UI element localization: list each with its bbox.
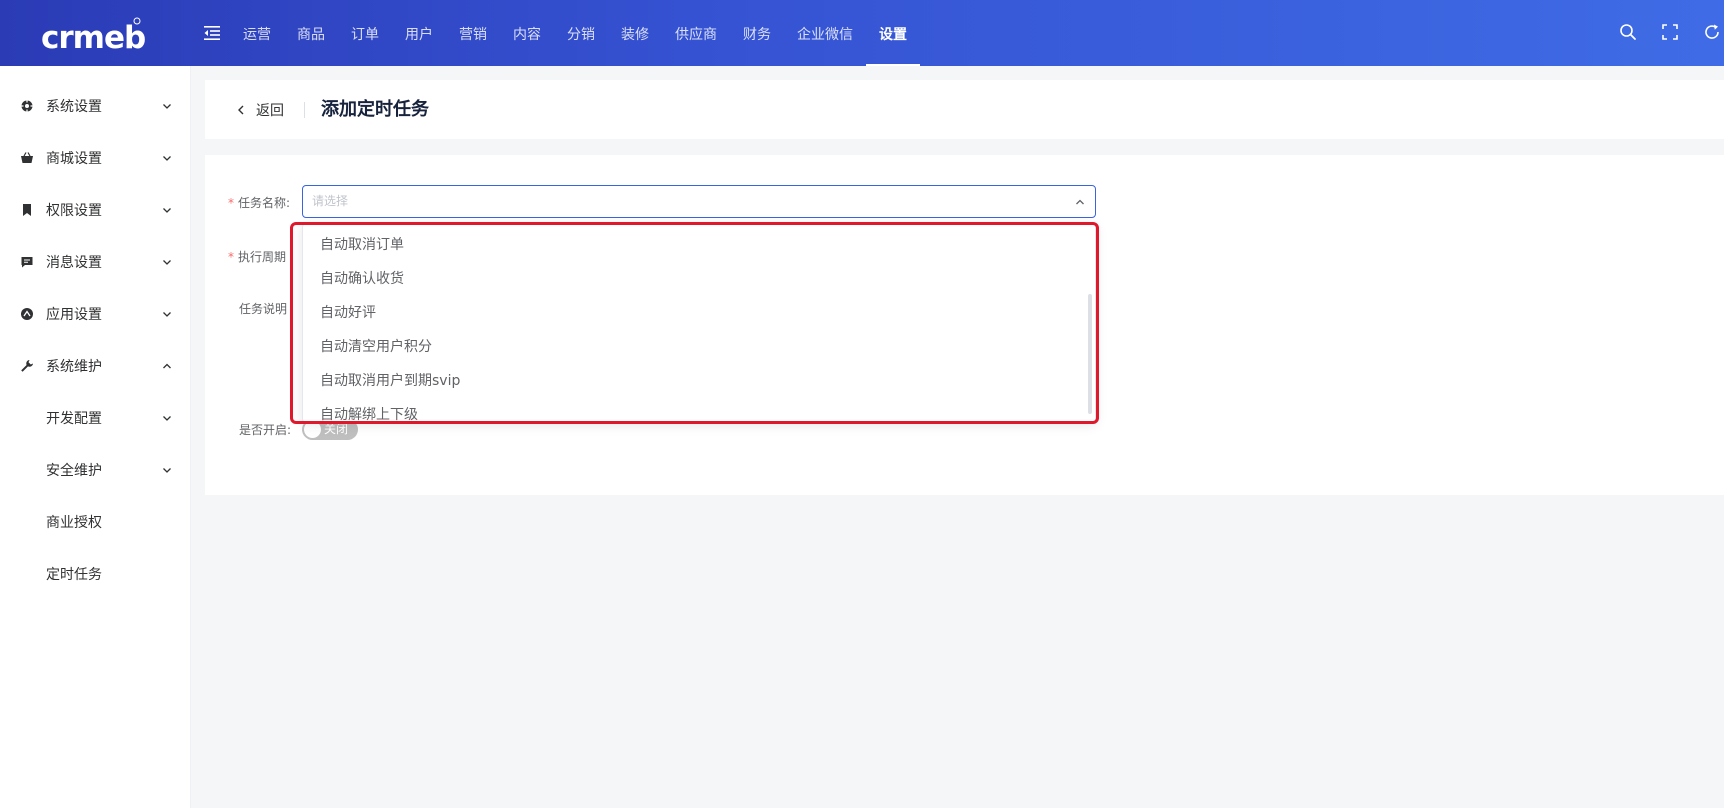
- app-icon: [21, 308, 33, 320]
- task-name-label: * 任务名称:: [228, 196, 291, 210]
- required-mark: *: [228, 250, 234, 264]
- cycle-label: * 执行周期: [228, 250, 287, 264]
- menu-collapse-icon[interactable]: [203, 24, 221, 42]
- nav-decoration[interactable]: 装修: [608, 0, 662, 66]
- sidebar-item-label: 系统设置: [46, 99, 102, 115]
- nav-products[interactable]: 商品: [284, 0, 338, 66]
- task-name-dropdown: 自动取消订单 自动确认收货 自动好评 自动清空用户积分 自动取消用户到期svip…: [302, 223, 1096, 423]
- desc-label: 任务说明: [239, 302, 288, 316]
- back-button[interactable]: 返回: [235, 80, 284, 139]
- chevron-down-icon: [163, 312, 171, 317]
- header-divider: [304, 102, 305, 118]
- nav-users[interactable]: 用户: [392, 0, 446, 66]
- nav-marketing[interactable]: 营销: [446, 0, 500, 66]
- sidebar-item-permission-settings[interactable]: 权限设置: [0, 184, 191, 236]
- sidebar-item-message-settings[interactable]: 消息设置: [0, 236, 191, 288]
- chevron-left-icon: [238, 105, 244, 114]
- chevron-down-icon: [163, 208, 171, 213]
- required-mark: *: [228, 196, 234, 210]
- chevron-down-icon: [163, 468, 171, 473]
- search-icon[interactable]: [1618, 22, 1638, 42]
- chevron-down-icon: [163, 156, 171, 161]
- message-icon: [21, 257, 33, 268]
- select-placeholder: 请选择: [312, 194, 349, 208]
- top-header: crmeb 运营 商品 订单 用户 营销 内容 分销 装修 供应商 财务 企业微…: [0, 0, 1724, 66]
- nav-content[interactable]: 内容: [500, 0, 554, 66]
- chevron-up-icon: [1076, 199, 1084, 205]
- back-label: 返回: [256, 102, 284, 119]
- nav-distribution[interactable]: 分销: [554, 0, 608, 66]
- sidebar-item-label: 商城设置: [46, 151, 102, 167]
- dropdown-option[interactable]: 自动取消订单: [320, 228, 404, 262]
- sidebar-subitem-license[interactable]: 商业授权: [0, 496, 191, 548]
- switch-knob: [304, 421, 321, 438]
- nav-wecom[interactable]: 企业微信: [784, 0, 866, 66]
- chevron-down-icon: [163, 104, 171, 109]
- chevron-down-icon: [163, 260, 171, 265]
- nav-orders[interactable]: 订单: [338, 0, 392, 66]
- page-title: 添加定时任务: [321, 99, 429, 120]
- sidebar-item-app-settings[interactable]: 应用设置: [0, 288, 191, 340]
- gear-icon: [21, 100, 33, 112]
- sidebar-item-label: 安全维护: [46, 463, 102, 479]
- svg-text:crmeb: crmeb: [41, 20, 145, 54]
- sidebar-item-system-settings[interactable]: 系统设置: [0, 80, 191, 132]
- sidebar-item-label: 权限设置: [46, 203, 102, 219]
- page-header: 返回 添加定时任务: [205, 80, 1724, 139]
- dropdown-option[interactable]: 自动取消用户到期svip: [320, 364, 460, 398]
- top-nav: 运营 商品 订单 用户 营销 内容 分销 装修 供应商 财务 企业微信 设置: [230, 0, 920, 66]
- sidebar-item-label: 商业授权: [46, 515, 102, 531]
- enabled-label: 是否开启:: [239, 423, 292, 437]
- fullscreen-icon[interactable]: [1660, 22, 1680, 42]
- dropdown-option[interactable]: 自动确认收货: [320, 262, 404, 296]
- crmeb-logo[interactable]: crmeb: [39, 14, 149, 54]
- sidebar-item-label: 开发配置: [46, 411, 102, 427]
- bookmark-icon: [23, 204, 31, 216]
- sidebar-subitem-security[interactable]: 安全维护: [0, 444, 191, 496]
- header-tools: [1618, 22, 1724, 42]
- sidebar-subitem-scheduled-tasks[interactable]: 定时任务: [0, 548, 191, 600]
- dropdown-option[interactable]: 自动清空用户积分: [320, 330, 432, 364]
- chevron-down-icon: [163, 416, 171, 421]
- nav-settings[interactable]: 设置: [866, 0, 920, 66]
- chevron-up-icon: [163, 363, 171, 369]
- sidebar-item-system-maintenance[interactable]: 系统维护: [0, 340, 191, 392]
- nav-operations[interactable]: 运营: [230, 0, 284, 66]
- sidebar-item-label: 系统维护: [46, 359, 102, 375]
- basket-icon: [21, 152, 33, 163]
- sidebar-item-label: 定时任务: [46, 567, 102, 583]
- sidebar: 系统设置 商城设置 权限设置 消息设置 应用设置 系统维护 开发配置 安全维护 …: [0, 66, 191, 808]
- sidebar-subitem-dev-config[interactable]: 开发配置: [0, 392, 191, 444]
- sidebar-item-label: 应用设置: [46, 307, 102, 323]
- task-name-select[interactable]: 请选择: [302, 185, 1096, 218]
- nav-finance[interactable]: 财务: [730, 0, 784, 66]
- dropdown-scrollbar[interactable]: [1088, 294, 1092, 414]
- nav-suppliers[interactable]: 供应商: [662, 0, 730, 66]
- refresh-icon[interactable]: [1702, 22, 1722, 42]
- dropdown-option[interactable]: 自动解绑上下级: [320, 398, 418, 422]
- dropdown-option[interactable]: 自动好评: [320, 296, 376, 330]
- wrench-icon: [21, 360, 33, 372]
- sidebar-item-mall-settings[interactable]: 商城设置: [0, 132, 191, 184]
- sidebar-item-label: 消息设置: [46, 255, 102, 271]
